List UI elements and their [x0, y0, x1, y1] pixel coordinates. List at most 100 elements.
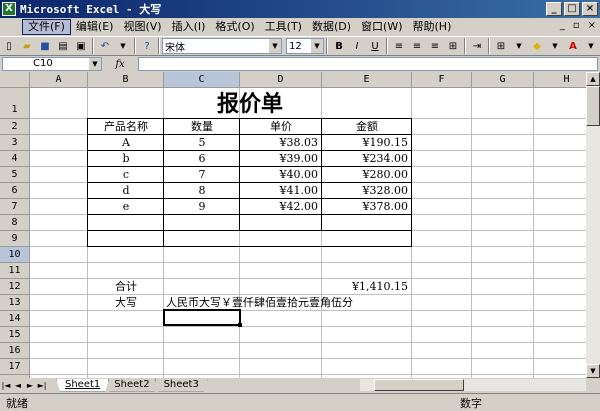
prev-sheet-icon[interactable]: ◄ [12, 381, 24, 390]
last-sheet-icon[interactable]: ►| [36, 381, 48, 390]
minimize-button[interactable]: _ [546, 2, 562, 16]
fill-dropdown-icon[interactable]: ▼ [547, 38, 563, 54]
item-name-cell: b [122, 152, 130, 165]
chevron-down-icon[interactable]: ▼ [89, 58, 101, 70]
name-box[interactable]: C10 ▼ [2, 57, 102, 71]
first-sheet-icon[interactable]: |◄ [0, 381, 12, 390]
menu-format[interactable]: 格式(O) [210, 19, 259, 35]
item-price-cell: ¥42.00 [279, 200, 319, 213]
next-sheet-icon[interactable]: ► [24, 381, 36, 390]
column-header-H[interactable]: H [534, 72, 586, 88]
row-header-9[interactable]: 9 [0, 231, 30, 247]
doc-minimize-icon[interactable]: _ [560, 20, 565, 31]
column-header-F[interactable]: F [412, 72, 472, 88]
sheet-tab-2[interactable]: Sheet2 [105, 379, 158, 392]
window-title: Microsoft Excel - 大写 [20, 3, 162, 16]
spreadsheet-grid[interactable]: ABCDEFGH 12345678910111213141516171819 报… [0, 72, 586, 378]
row-header-6[interactable]: 6 [0, 183, 30, 199]
sheet-tab-3[interactable]: Sheet3 [155, 379, 208, 392]
font-color-button[interactable]: A [565, 38, 581, 54]
row-gridline [30, 358, 586, 359]
formula-input[interactable] [138, 57, 598, 71]
row-header-11[interactable]: 11 [0, 263, 30, 279]
menu-tools[interactable]: 工具(T) [260, 19, 307, 35]
row-header-7[interactable]: 7 [0, 199, 30, 215]
preview-icon[interactable]: ▣ [73, 38, 89, 54]
item-amount-cell: ¥190.15 [362, 136, 409, 149]
row-header-1[interactable]: 1 [0, 88, 30, 119]
undo-dropdown-icon[interactable]: ▼ [115, 38, 131, 54]
header-product: 产品名称 [104, 120, 148, 133]
font-name-select[interactable]: 宋体 ▼ [162, 38, 282, 54]
underline-button[interactable]: U [367, 38, 383, 54]
scroll-down-icon[interactable]: ▼ [586, 364, 600, 378]
column-header-C[interactable]: C [164, 72, 240, 88]
row-header-5[interactable]: 5 [0, 167, 30, 183]
doc-restore-icon[interactable]: ▫ [573, 20, 580, 31]
row-header-16[interactable]: 16 [0, 343, 30, 359]
menu-data[interactable]: 数据(D) [307, 19, 356, 35]
align-left-icon[interactable]: ≡ [391, 38, 407, 54]
maximize-button[interactable]: □ [564, 2, 580, 16]
doc-close-icon[interactable]: × [588, 20, 596, 31]
active-cell[interactable] [163, 309, 241, 326]
hscroll-thumb[interactable] [374, 379, 464, 391]
table-border-line [88, 182, 412, 183]
menu-file[interactable]: 文件(F) [22, 19, 71, 35]
align-center-icon[interactable]: ≡ [409, 38, 425, 54]
column-header-A[interactable]: A [30, 72, 88, 88]
table-border-line [88, 166, 412, 167]
row-header-3[interactable]: 3 [0, 135, 30, 151]
column-header-E[interactable]: E [322, 72, 412, 88]
italic-button[interactable]: I [349, 38, 365, 54]
fill-color-icon[interactable]: ◆ [529, 38, 545, 54]
borders-dropdown-icon[interactable]: ▼ [511, 38, 527, 54]
row-header-13[interactable]: 13 [0, 295, 30, 311]
scroll-thumb[interactable] [586, 86, 600, 126]
row-header-12[interactable]: 12 [0, 279, 30, 295]
print-icon[interactable]: ▤ [55, 38, 71, 54]
select-all-corner[interactable] [0, 72, 30, 88]
font-size-select[interactable]: 12 ▼ [286, 38, 324, 54]
item-name-cell: d [122, 184, 130, 197]
fill-handle[interactable] [238, 323, 242, 327]
align-right-icon[interactable]: ≡ [427, 38, 443, 54]
excel-app-icon[interactable]: X [2, 2, 16, 16]
row-header-10[interactable]: 10 [0, 247, 30, 263]
table-border-line [88, 134, 412, 135]
menu-view[interactable]: 视图(V) [118, 19, 166, 35]
row-header-4[interactable]: 4 [0, 151, 30, 167]
capital-label: 大写 [115, 296, 137, 309]
scroll-up-icon[interactable]: ▲ [586, 72, 600, 86]
fx-icon[interactable]: fx [102, 59, 138, 70]
column-gridline [471, 88, 472, 378]
row-header-15[interactable]: 15 [0, 327, 30, 343]
font-color-dropdown-icon[interactable]: ▼ [583, 38, 599, 54]
horizontal-scrollbar[interactable] [360, 379, 586, 391]
menu-edit[interactable]: 编辑(E) [71, 19, 119, 35]
row-header-2[interactable]: 2 [0, 119, 30, 135]
bold-button[interactable]: B [331, 38, 347, 54]
close-button[interactable]: × [582, 2, 598, 16]
merge-center-icon[interactable]: ⊞ [445, 38, 461, 54]
item-name-cell: e [122, 200, 130, 213]
row-header-14[interactable]: 14 [0, 311, 30, 327]
vertical-scrollbar[interactable]: ▲ ▼ [586, 72, 600, 378]
column-header-B[interactable]: B [88, 72, 164, 88]
row-header-17[interactable]: 17 [0, 359, 30, 375]
borders-icon[interactable]: ⊞ [493, 38, 509, 54]
row-header-8[interactable]: 8 [0, 215, 30, 231]
status-bar: 就绪 数字 [0, 393, 600, 411]
save-icon[interactable]: ■ [37, 38, 53, 54]
menu-help[interactable]: 帮助(H) [408, 19, 457, 35]
new-icon[interactable]: ▯ [1, 38, 17, 54]
undo-icon[interactable]: ↶ [97, 38, 113, 54]
menu-insert[interactable]: 插入(I) [167, 19, 211, 35]
indent-icon[interactable]: ⇥ [469, 38, 485, 54]
open-icon[interactable]: ▰ [19, 38, 35, 54]
sheet-tab-1[interactable]: Sheet1 [56, 379, 109, 392]
column-header-G[interactable]: G [472, 72, 534, 88]
column-header-D[interactable]: D [240, 72, 322, 88]
menu-window[interactable]: 窗口(W) [356, 19, 407, 35]
help-icon[interactable]: ? [139, 38, 155, 54]
